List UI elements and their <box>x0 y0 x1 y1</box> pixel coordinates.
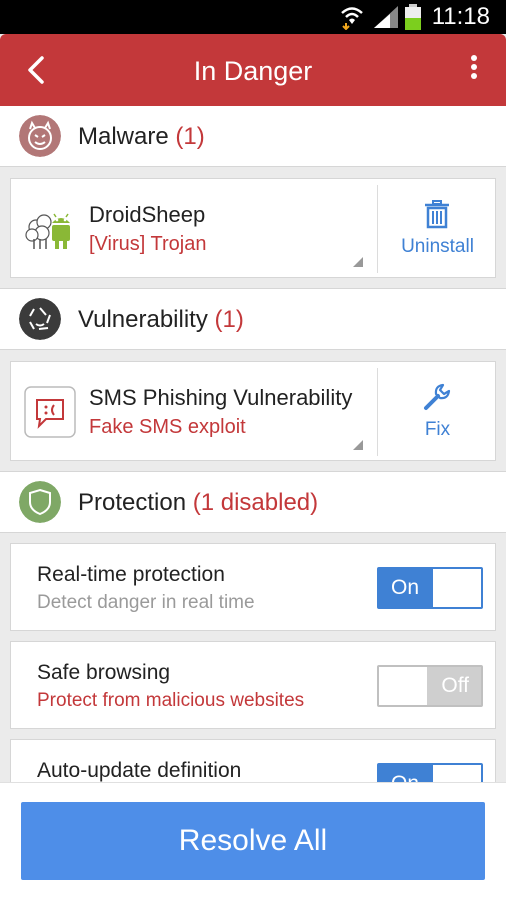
safe-browsing-desc: Protect from malicious websites <box>37 690 305 711</box>
protection-count: (1 disabled) <box>192 489 319 516</box>
vulnerability-label: Vulnerability <box>78 306 208 333</box>
expand-corner-icon <box>353 440 363 450</box>
realtime-protection-desc: Detect danger in real time <box>37 592 255 613</box>
vulnerability-count: (1) <box>214 306 244 333</box>
main-content[interactable]: Malware (1) DroidSheep [Virus] Trojan Un… <box>0 106 506 782</box>
vulnerability-section-header: Vulnerability (1) <box>0 288 506 350</box>
app-bar: In Danger <box>0 34 506 106</box>
malware-section-title: Malware (1) <box>78 122 205 152</box>
fix-button[interactable]: Fix <box>378 362 497 462</box>
vulnerability-section-title: Vulnerability (1) <box>78 305 244 335</box>
battery-icon <box>405 4 421 30</box>
malware-app-type: [Virus] Trojan <box>89 233 207 255</box>
trash-icon <box>425 200 449 229</box>
toggle-state-label: On <box>391 771 419 782</box>
bottom-action-bar: Resolve All <box>0 782 506 900</box>
protection-section-header: Protection (1 disabled) <box>0 471 506 533</box>
realtime-protection-row: Real-time protection Detect danger in re… <box>10 543 496 631</box>
fix-label: Fix <box>424 419 451 440</box>
malware-label: Malware <box>78 123 169 150</box>
shield-icon <box>19 481 61 523</box>
vulnerability-name: SMS Phishing Vulnerability <box>89 385 353 410</box>
malware-section-header: Malware (1) <box>0 106 506 167</box>
auto-update-row: Auto-update definition On <box>10 739 496 782</box>
wrench-icon <box>424 383 451 410</box>
malware-app-name: DroidSheep <box>89 202 206 227</box>
safe-browsing-title: Safe browsing <box>37 661 171 684</box>
signal-icon <box>374 6 398 28</box>
malware-item-card[interactable]: DroidSheep [Virus] Trojan Uninstall <box>10 178 496 278</box>
vulnerability-item-card[interactable]: SMS Phishing Vulnerability Fake SMS expl… <box>10 361 496 461</box>
page-title: In Danger <box>193 56 313 86</box>
toggle-knob <box>433 765 481 782</box>
auto-update-toggle[interactable]: On <box>377 763 483 782</box>
realtime-protection-toggle[interactable]: On <box>377 567 483 609</box>
toggle-state-label: Off <box>441 674 469 697</box>
overflow-menu-icon[interactable] <box>462 52 486 88</box>
safe-browsing-toggle[interactable]: Off <box>377 665 483 707</box>
toggle-knob <box>433 569 481 607</box>
devil-icon <box>19 115 61 157</box>
sad-message-icon <box>24 386 76 438</box>
expand-corner-icon <box>353 257 363 267</box>
aperture-icon <box>19 298 61 340</box>
toggle-state-label: On <box>391 576 420 599</box>
wifi-icon <box>341 7 363 30</box>
realtime-protection-title: Real-time protection <box>37 563 225 586</box>
auto-update-title: Auto-update definition <box>37 759 242 782</box>
vulnerability-type: Fake SMS exploit <box>89 416 246 438</box>
toggle-knob <box>379 667 427 705</box>
uninstall-button[interactable]: Uninstall <box>378 179 497 279</box>
sheep-android-icon <box>25 213 70 249</box>
status-time: 11:18 <box>431 3 490 30</box>
safe-browsing-row: Safe browsing Protect from malicious web… <box>10 641 496 729</box>
status-bar: 11:18 <box>0 0 506 34</box>
protection-label: Protection <box>78 489 187 516</box>
malware-count: (1) <box>175 123 205 150</box>
resolve-all-button[interactable]: Resolve All <box>21 802 485 880</box>
protection-section-title: Protection (1 disabled) <box>78 488 318 518</box>
uninstall-label: Uninstall <box>401 236 474 257</box>
